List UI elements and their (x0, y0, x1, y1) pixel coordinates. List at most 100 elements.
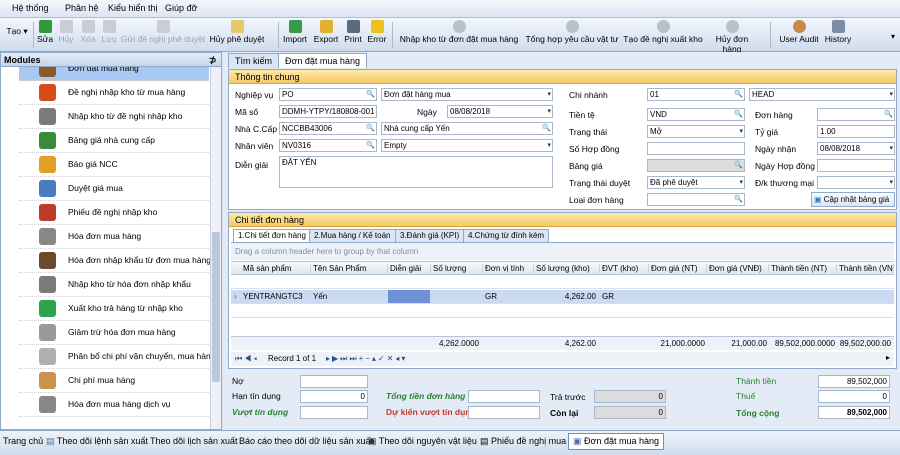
export-button[interactable]: Export (312, 19, 340, 50)
user-audit-button[interactable]: User Audit (776, 19, 822, 50)
navigator-first-prev-icons[interactable]: ⏮◀◂ (235, 354, 259, 364)
remaining-field[interactable]: 0 (594, 406, 666, 419)
module-item[interactable]: Hóa đơn mua hàng (19, 225, 209, 249)
note-textarea[interactable]: ĐẶT YẾN (279, 156, 553, 188)
cancel-approval-button[interactable]: Hủy phê duyệt (208, 19, 266, 50)
status-production-schedule[interactable]: Theo dõi lịch sản xuất (150, 436, 238, 446)
column-header[interactable]: Thành tiền (NT) (769, 264, 837, 273)
search-icon[interactable]: 🔍 (734, 89, 743, 100)
business-field[interactable]: PO 🔍 (279, 88, 377, 101)
status-purchase-request[interactable]: ▤ Phiếu đề nghị mua (480, 436, 566, 447)
staff-code-field[interactable]: NV0316 🔍 (279, 139, 377, 152)
module-item[interactable]: Hóa đơn nhập khẩu từ đơn mua hàng (19, 249, 210, 273)
import-button[interactable]: Import (281, 19, 309, 50)
module-item[interactable]: Bảng giá nhà cung cấp (19, 129, 209, 153)
module-item[interactable]: Nhập kho từ đề nghị nhập kho (19, 105, 209, 129)
date-field[interactable]: 08/08/2018 ▾ (447, 105, 553, 118)
filter-row[interactable] (231, 276, 894, 289)
receive-date-field[interactable]: 08/08/2018 ▾ (817, 142, 895, 155)
chevron-down-icon[interactable]: ▾ (739, 126, 743, 137)
menu-view[interactable]: Kiểu hiển thị (108, 3, 158, 13)
new-row[interactable] (231, 304, 894, 318)
status-field[interactable]: Mở ▾ (647, 125, 745, 138)
chevron-down-icon[interactable]: ▾ (547, 89, 551, 100)
subtab-attachments[interactable]: 4.Chứng từ đính kèm (463, 229, 550, 242)
contract-field[interactable] (647, 142, 745, 155)
search-icon[interactable]: 🔍 (734, 160, 743, 171)
search-icon[interactable]: 🔍 (366, 89, 375, 100)
cancel-order-button[interactable]: Hủy đơn hàng (706, 19, 758, 54)
tab-search[interactable]: Tìm kiếm (228, 53, 279, 68)
modules-scrollbar[interactable] (210, 67, 221, 429)
subtab-accounting[interactable]: 2.Mua hàng / Kế toán (309, 229, 396, 242)
supplier-name-field[interactable]: Nhà cung cấp Yến 🔍 (381, 122, 553, 135)
search-icon[interactable]: 🔍 (366, 123, 375, 134)
group-panel[interactable]: Drag a column header here to group by th… (231, 242, 894, 260)
module-item[interactable]: Hóa đơn mua hàng dịch vụ (19, 393, 209, 417)
search-icon[interactable]: 🔍 (366, 140, 375, 151)
est-over-credit-field[interactable] (468, 406, 540, 419)
rate-field[interactable]: 1.00 (817, 125, 895, 138)
order-field[interactable]: 🔍 (817, 108, 895, 121)
approval-field[interactable]: Đã phê duyệt ▾ (647, 176, 745, 189)
price-list-field[interactable]: 🔍 (647, 159, 745, 172)
module-item[interactable]: Duyệt giá mua (19, 177, 209, 201)
chevron-down-icon[interactable]: ▾ (889, 177, 893, 188)
scrollbar-thumb[interactable] (212, 232, 220, 382)
column-header[interactable]: Đơn giá (VNĐ) (707, 264, 769, 273)
search-icon[interactable]: 🔍 (542, 123, 551, 134)
debt-field[interactable] (300, 375, 368, 388)
module-item[interactable]: Chi phí mua hàng (19, 369, 209, 393)
chevron-down-icon[interactable]: ▾ (889, 143, 893, 154)
update-price-list-button[interactable]: ▣ Cập nhật bảng giá (811, 192, 895, 207)
navigator-next-last-icons[interactable]: ▸▶⏭⏭+−▴✓✕◂▾ (326, 354, 407, 364)
subtab-detail[interactable]: 1.Chi tiết đơn hàng (233, 229, 311, 242)
print-button[interactable]: Print (342, 19, 364, 50)
save-button[interactable]: Lưu (99, 19, 119, 50)
status-production-report[interactable]: Báo cáo theo dõi dữ liệu sản xuất (239, 436, 373, 446)
status-production-orders[interactable]: ▤ Theo dõi lệnh sản xuất (46, 436, 148, 447)
module-item[interactable]: Phiếu đề nghị nhập kho (19, 201, 209, 225)
row-note-cell[interactable] (388, 290, 430, 303)
table-row[interactable]: › YENTRANGTC3 Yến GR 4,262.00 GR (231, 290, 894, 304)
row-name[interactable]: Yến (311, 292, 381, 301)
supplier-code-field[interactable]: NCCBB43006 🔍 (279, 122, 377, 135)
chevron-down-icon[interactable]: ▾ (547, 106, 551, 117)
toolbar-overflow-icon[interactable]: ▾ (891, 32, 895, 41)
column-header[interactable]: Đơn giá (NT) (649, 264, 707, 273)
status-home[interactable]: Trang chủ (3, 436, 43, 446)
search-icon[interactable]: 🔍 (884, 109, 893, 120)
business-desc-field[interactable]: Đơn đặt hàng mua ▾ (381, 88, 553, 101)
scroll-right-icon[interactable]: ▸ (886, 353, 890, 362)
module-item[interactable]: Phân bổ chi phí vận chuyển, mua hàng... (19, 345, 210, 369)
code-field[interactable]: DDMH-YTPY/180808-001 (279, 105, 377, 118)
column-header[interactable]: Đơn vị tính (483, 264, 534, 273)
branch-field[interactable]: 01 🔍 (647, 88, 745, 101)
module-item[interactable]: Giảm trừ hóa đơn mua hàng (19, 321, 209, 345)
status-purchase-order[interactable]: ▣ Đơn đặt mua hàng (568, 433, 664, 450)
history-button[interactable]: History (824, 19, 852, 50)
order-type-field[interactable]: 🔍 (647, 193, 745, 206)
cancel-button[interactable]: Hủy (56, 19, 76, 50)
grand-total-field[interactable]: 89,502,000 (818, 406, 890, 419)
over-credit-field[interactable] (300, 406, 368, 419)
column-header[interactable]: Thành tiền (VNĐ) (837, 264, 894, 273)
search-icon[interactable]: 🔍 (734, 109, 743, 120)
error-button[interactable]: Error (366, 19, 388, 50)
column-header[interactable]: Diễn giải (388, 264, 431, 273)
column-header[interactable]: ĐVT (kho) (600, 264, 649, 273)
tab-purchase-order[interactable]: Đơn đặt mua hàng (278, 53, 367, 68)
amount-field[interactable]: 89,502,000 (818, 375, 890, 388)
row-qty-stock[interactable]: 4,262.00 (534, 292, 598, 301)
import-po-button[interactable]: Nhập kho từ đơn đặt mua hàng (396, 19, 522, 50)
module-item[interactable]: Nhập kho từ hóa đơn nhập khẩu (19, 273, 209, 297)
trade-terms-field[interactable]: ▾ (817, 176, 895, 189)
column-header[interactable]: Số lượng (431, 264, 483, 273)
staff-name-field[interactable]: Empty ▾ (381, 139, 553, 152)
tax-field[interactable]: 0 (818, 390, 890, 403)
contract-date-field[interactable] (817, 159, 895, 172)
chevron-down-icon[interactable]: ▾ (547, 140, 551, 151)
chevron-down-icon[interactable]: ▾ (739, 177, 743, 188)
column-header[interactable]: Mã sản phẩm (241, 264, 311, 273)
currency-field[interactable]: VND 🔍 (647, 108, 745, 121)
